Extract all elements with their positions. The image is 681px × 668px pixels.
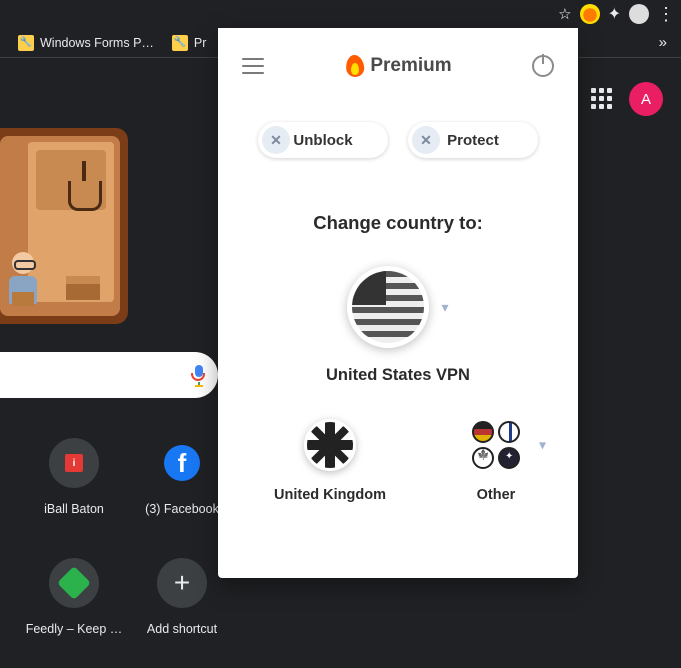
shortcut-label: (3) Facebook: [145, 502, 219, 516]
shortcut-label: Feedly – Keep …: [26, 622, 123, 636]
brand-logo: Premium: [344, 53, 451, 79]
bookmarks-overflow-icon[interactable]: »: [659, 34, 667, 51]
shortcut-label: Add shortcut: [147, 622, 217, 636]
bookmark-item[interactable]: 🔧 Pr: [172, 35, 207, 51]
flag-uk-icon: [304, 419, 356, 471]
feedly-icon: [57, 566, 91, 600]
brand-text: Premium: [370, 55, 451, 77]
country-label: Other: [477, 487, 516, 503]
extensions-puzzle-icon[interactable]: ✦: [608, 4, 621, 24]
bookmark-favicon: 🔧: [18, 35, 34, 51]
close-icon[interactable]: ✕: [412, 126, 440, 154]
country-option-uk[interactable]: United Kingdom: [274, 419, 386, 503]
ntp-header: A: [591, 82, 663, 116]
primary-country-selector[interactable]: ▾: [347, 266, 448, 348]
bookmark-label: Pr: [194, 36, 207, 50]
voice-search-icon[interactable]: [190, 364, 208, 386]
browser-toolbar: ☆ ✦ ⋮: [0, 0, 681, 28]
close-icon[interactable]: ✕: [262, 126, 290, 154]
google-search-box[interactable]: [0, 352, 218, 398]
flame-icon: [344, 53, 366, 79]
other-flags-icon: ▾: [470, 419, 522, 471]
chevron-down-icon: ▾: [539, 437, 546, 454]
protect-button[interactable]: ✕ Protect: [408, 122, 538, 158]
chevron-down-icon: ▾: [441, 299, 448, 316]
bookmark-favicon: 🔧: [172, 35, 188, 51]
power-icon[interactable]: [532, 55, 554, 77]
menu-icon[interactable]: [242, 58, 264, 74]
country-option-other[interactable]: ▾ Other: [470, 419, 522, 503]
plus-icon: +: [174, 567, 190, 599]
hola-extension-icon[interactable]: [580, 4, 600, 24]
bookmark-item[interactable]: 🔧 Windows Forms P…: [18, 35, 154, 51]
unblock-button[interactable]: ✕ Unblock: [258, 122, 388, 158]
country-label: United Kingdom: [274, 487, 386, 503]
iball-icon: i: [65, 454, 83, 472]
facebook-icon: f: [164, 445, 200, 481]
change-country-heading: Change country to:: [313, 212, 483, 234]
profile-avatar-icon[interactable]: [629, 4, 649, 24]
account-avatar[interactable]: A: [629, 82, 663, 116]
chrome-promo-tile: [0, 128, 128, 324]
shortcut-tile[interactable]: i iBall Baton: [20, 438, 128, 548]
flag-us-icon: [347, 266, 429, 348]
pill-label: Protect: [447, 132, 499, 149]
shortcut-tile[interactable]: Feedly – Keep …: [20, 558, 128, 668]
shortcut-label: iBall Baton: [44, 502, 104, 516]
ntp-shortcuts-grid: i iBall Baton f (3) Facebook Feedly – Ke…: [20, 438, 236, 668]
bookmark-star-icon[interactable]: ☆: [558, 5, 571, 23]
hola-extension-popup: Premium ✕ Unblock ✕ Protect Change count…: [218, 28, 578, 578]
primary-country-label: United States VPN: [326, 366, 470, 385]
pill-label: Unblock: [293, 132, 352, 149]
google-apps-icon[interactable]: [591, 88, 613, 110]
chrome-menu-icon[interactable]: ⋮: [657, 5, 675, 23]
bookmark-label: Windows Forms P…: [40, 36, 154, 50]
